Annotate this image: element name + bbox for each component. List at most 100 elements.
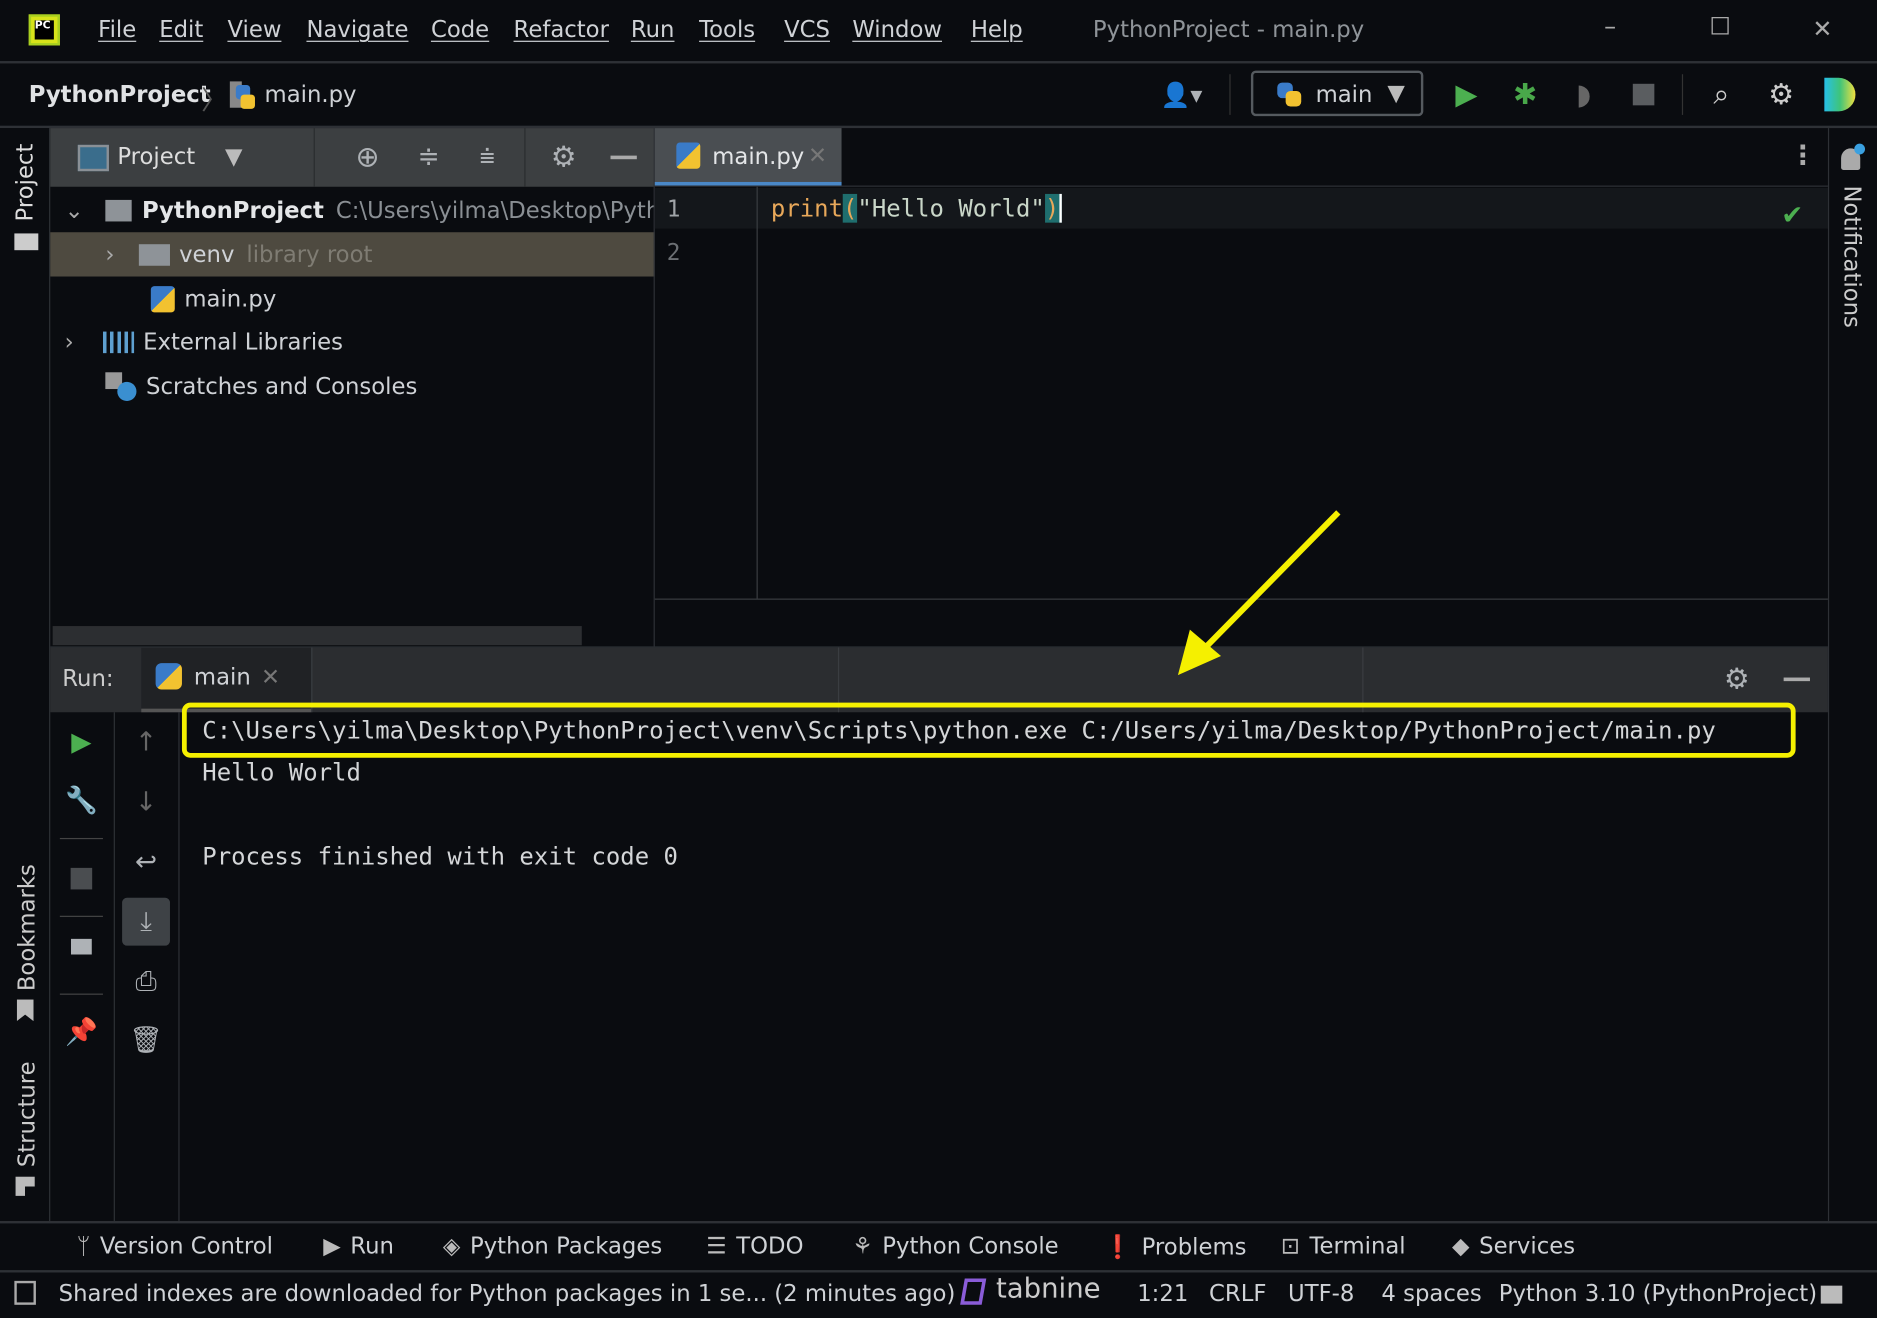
tree-item-external-libraries[interactable]: › External Libraries: [50, 320, 655, 364]
expand-all-icon[interactable]: ≑: [411, 139, 447, 175]
run-icon: ▶: [323, 1232, 341, 1260]
soft-wrap-icon[interactable]: ↩: [129, 845, 163, 879]
tree-item-main-py[interactable]: main.py: [50, 277, 655, 321]
tree-item-project-root[interactable]: ⌄ PythonProject C:\Users\yilma\Desktop\P…: [50, 188, 655, 232]
menu-help[interactable]: Help: [971, 17, 1023, 43]
run-icon[interactable]: ▶: [1451, 77, 1482, 113]
chevron-right-icon[interactable]: ›: [65, 329, 74, 355]
trash-icon[interactable]: 🗑: [129, 1023, 163, 1057]
tool-button-todo[interactable]: ☰ TODO: [706, 1233, 803, 1259]
rerun-icon[interactable]: ▶: [65, 725, 99, 759]
user-icon[interactable]: 👤▾: [1152, 77, 1212, 113]
debug-icon[interactable]: ✱: [1508, 77, 1542, 113]
tree-item-venv[interactable]: › venv library root: [50, 232, 655, 277]
run-config-label: main: [1315, 81, 1373, 108]
tree-item-label: PythonProject: [142, 196, 324, 224]
stop-icon[interactable]: [1632, 83, 1655, 106]
tool-button-label: Run: [350, 1232, 394, 1260]
bookmarks-tool-button[interactable]: Bookmarks: [14, 864, 40, 991]
line-number: 1: [666, 196, 681, 223]
tool-button-label: Problems: [1141, 1233, 1247, 1260]
notifications-icon[interactable]: [1841, 143, 1866, 170]
line-separator[interactable]: CRLF: [1209, 1281, 1266, 1307]
lock-icon[interactable]: [1820, 1285, 1843, 1304]
down-arrow-icon[interactable]: ↓: [129, 785, 163, 819]
tool-button-problems[interactable]: ❗ Problems: [1104, 1233, 1247, 1261]
python-file-icon: [150, 285, 175, 312]
chevron-down-icon[interactable]: ⌄: [65, 197, 84, 223]
code-line-1[interactable]: print("Hello World"): [771, 193, 1062, 223]
menu-run[interactable]: Run: [631, 17, 675, 43]
todo-icon: ☰: [706, 1232, 727, 1260]
indent-setting[interactable]: 4 spaces: [1381, 1281, 1481, 1307]
run-config-selector[interactable]: main ▼: [1250, 70, 1424, 117]
tabnine-icon: [960, 1278, 987, 1305]
structure-icon: [15, 1176, 35, 1196]
horizontal-scrollbar[interactable]: [52, 626, 582, 646]
tool-button-version-control[interactable]: ᛘ Version Control: [77, 1233, 273, 1259]
collapse-all-icon[interactable]: ⩧: [469, 139, 505, 175]
chevron-down-icon[interactable]: ▼: [225, 144, 243, 170]
tool-button-python-packages[interactable]: ◈ Python Packages: [443, 1233, 662, 1259]
menu-window[interactable]: Window: [852, 17, 942, 43]
menu-refactor[interactable]: Refactor: [514, 17, 609, 43]
file-encoding[interactable]: UTF-8: [1288, 1281, 1354, 1307]
tool-button-run[interactable]: ▶ Run: [323, 1233, 394, 1259]
gear-icon[interactable]: ⚙: [1719, 661, 1755, 697]
tree-item-scratches[interactable]: Scratches and Consoles: [50, 364, 655, 408]
tool-button-label: Terminal: [1309, 1232, 1406, 1260]
tool-button-python-console[interactable]: ⚘ Python Console: [852, 1233, 1058, 1259]
chevron-right-icon[interactable]: ›: [105, 241, 114, 267]
maximize-button[interactable]: ☐: [1709, 12, 1730, 41]
layout-icon[interactable]: ▀: [65, 939, 99, 973]
menu-edit[interactable]: Edit: [159, 17, 203, 43]
menu-view[interactable]: View: [227, 17, 281, 43]
python-file-icon: [676, 142, 701, 169]
wrench-icon[interactable]: 🔧: [65, 784, 99, 818]
coverage-icon[interactable]: ◗: [1566, 77, 1602, 113]
stop-icon[interactable]: [70, 867, 93, 890]
breadcrumb-file[interactable]: main.py: [265, 81, 357, 107]
menu-navigate[interactable]: Navigate: [306, 17, 408, 43]
project-tool-button[interactable]: Project: [12, 144, 38, 222]
menu-file[interactable]: File: [98, 17, 136, 43]
more-options-icon[interactable]: ⋮: [1790, 141, 1816, 171]
jetbrains-ai-icon[interactable]: [1824, 77, 1856, 112]
hide-icon[interactable]: [610, 155, 637, 160]
notifications-tool-button[interactable]: Notifications: [1839, 186, 1865, 328]
search-icon[interactable]: ⌕: [1705, 77, 1739, 113]
console-exit-line: Process finished with exit code 0: [202, 841, 678, 871]
tab-label: main.py: [712, 143, 805, 170]
minimize-button[interactable]: –: [1604, 12, 1616, 41]
toggle-tool-windows-icon[interactable]: [14, 1280, 36, 1305]
tool-button-terminal[interactable]: ⊡ Terminal: [1281, 1233, 1406, 1259]
tool-button-services[interactable]: ◆ Services: [1452, 1233, 1575, 1259]
status-message[interactable]: Shared indexes are downloaded for Python…: [59, 1281, 956, 1307]
menu-code[interactable]: Code: [431, 17, 489, 43]
locate-icon[interactable]: ⊕: [350, 139, 386, 175]
gear-icon[interactable]: ⚙: [1764, 77, 1798, 113]
up-arrow-icon[interactable]: ↑: [129, 725, 163, 759]
structure-tool-button[interactable]: Structure: [14, 1061, 40, 1167]
tab-main-py[interactable]: main.py ✕: [654, 128, 842, 186]
menu-tools[interactable]: Tools: [699, 17, 755, 43]
tool-button-label: Python Console: [882, 1232, 1059, 1260]
tree-item-hint: library root: [246, 241, 373, 268]
close-tab-icon[interactable]: ✕: [261, 664, 280, 690]
gear-icon[interactable]: ⚙: [546, 139, 582, 175]
tabnine-status[interactable]: tabnine: [996, 1274, 1101, 1305]
breadcrumb-project[interactable]: PythonProject: [29, 81, 211, 107]
scroll-to-end-icon[interactable]: ⤓: [122, 897, 170, 946]
print-icon[interactable]: ⎙: [129, 965, 163, 999]
close-button[interactable]: ✕: [1812, 14, 1832, 43]
pin-icon[interactable]: 📌: [65, 1015, 99, 1049]
tool-button-label: Services: [1479, 1232, 1576, 1260]
menu-vcs[interactable]: VCS: [784, 17, 830, 43]
inspection-ok-icon[interactable]: ✔: [1781, 201, 1803, 231]
python-interpreter[interactable]: Python 3.10 (PythonProject): [1499, 1281, 1817, 1307]
project-view-selector[interactable]: Project: [117, 144, 195, 170]
tab-label: main: [193, 664, 251, 691]
cursor-position[interactable]: 1:21: [1137, 1281, 1188, 1307]
hide-icon[interactable]: [1783, 677, 1810, 682]
close-tab-icon[interactable]: ✕: [808, 142, 827, 168]
